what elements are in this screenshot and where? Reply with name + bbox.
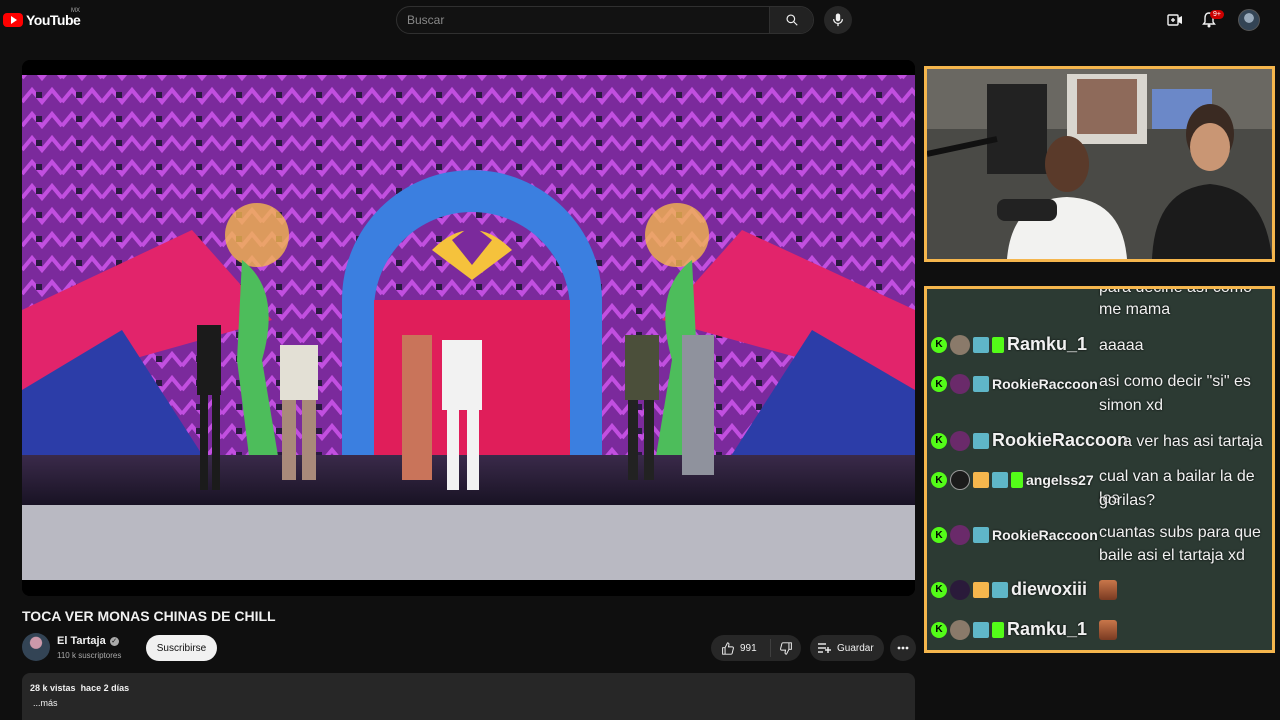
user-avatar — [950, 470, 970, 490]
description-box[interactable]: 28 k vistas hace 2 días ...más — [22, 673, 915, 720]
kick-icon: K — [931, 621, 947, 638]
chat-username: RookieRaccoon — [992, 527, 1098, 543]
dislike-button[interactable] — [771, 641, 801, 655]
user-avatar — [950, 334, 970, 355]
user-avatar — [950, 579, 970, 600]
channel-name-text: El Tartaja — [57, 635, 106, 647]
search-button[interactable] — [769, 7, 813, 33]
show-more-link[interactable]: ...más — [33, 698, 907, 708]
microphone-icon — [832, 13, 844, 27]
create-video-icon — [1167, 14, 1182, 26]
user-avatar — [950, 619, 970, 640]
emote-icon — [1099, 580, 1117, 600]
top-bar: YouTube MX 9+ — [0, 0, 1280, 40]
chat-message-text: a ver has asi tartaja — [1123, 433, 1263, 450]
subscriber-badge-icon — [973, 621, 989, 638]
notifications-badge: 9+ — [1210, 10, 1224, 19]
chat-message: K Ramku_1 — [931, 619, 1087, 640]
create-button[interactable] — [1165, 10, 1185, 30]
chat-username: Ramku_1 — [1007, 619, 1088, 639]
chat-message-text: para decirle así como — [1099, 286, 1252, 296]
more-horizontal-icon — [897, 646, 909, 650]
chat-message-text: baile asi el tartaja xd — [1099, 547, 1245, 564]
chat-username: RookieRaccoon — [992, 430, 1129, 450]
crown-badge-icon — [973, 581, 989, 598]
chat-username: RookieRaccoon — [992, 376, 1098, 392]
like-dislike-group: 991 — [711, 635, 801, 661]
search-input[interactable] — [397, 7, 771, 33]
view-count: 28 k vistas — [30, 683, 76, 693]
chat-message: K angelss27 — [931, 470, 1094, 490]
kick-icon: K — [931, 432, 947, 449]
channel-name[interactable]: El Tartaja ✓ — [57, 635, 119, 647]
kick-icon: K — [931, 581, 947, 598]
chat-message: K RookieRaccoon — [931, 374, 1098, 394]
chat-message: K Ramku_1 — [931, 334, 1087, 355]
like-button[interactable]: 991 — [711, 639, 771, 657]
gift-badge-icon — [1011, 472, 1023, 488]
chat-message-text: simon xd — [1099, 397, 1164, 414]
kick-icon: K — [931, 336, 947, 353]
subscriber-badge-icon — [973, 376, 989, 392]
chat-message-text: cuantas subs para que — [1099, 524, 1261, 541]
chat-message: K RookieRaccoon — [931, 525, 1098, 545]
like-count: 991 — [740, 642, 757, 654]
chat-message: K RookieRaccoon — [931, 430, 1128, 451]
user-avatar — [950, 374, 970, 394]
logo-region: MX — [71, 8, 80, 14]
emote-icon — [1099, 620, 1117, 640]
account-avatar[interactable] — [1238, 9, 1260, 31]
save-label: Guardar — [837, 642, 874, 654]
subscriber-badge-icon — [992, 581, 1008, 598]
chat-message-text: me mama — [1099, 301, 1171, 318]
more-actions-button[interactable] — [890, 635, 916, 661]
youtube-logo[interactable]: YouTube MX — [3, 8, 81, 28]
webcam-overlay — [924, 66, 1275, 262]
gift-badge-icon — [992, 621, 1004, 638]
live-chat-overlay: para decirle así como me mama K Ramku_1 … — [924, 286, 1275, 653]
chat-username: Ramku_1 — [1007, 334, 1088, 354]
subscriber-badge-icon — [973, 336, 989, 353]
subscribe-button[interactable]: Suscribirse — [146, 635, 217, 661]
subscriber-badge-icon — [973, 527, 989, 543]
voice-search-button[interactable] — [824, 6, 852, 34]
chat-username: diewoxiii — [1011, 579, 1088, 599]
video-player[interactable] — [22, 60, 915, 596]
thumbs-down-icon — [779, 641, 792, 655]
logo-text: YouTube — [26, 12, 81, 28]
save-button[interactable]: Guardar — [810, 635, 884, 661]
video-frame-stage-image — [22, 60, 915, 596]
kick-icon: K — [931, 472, 947, 488]
subscriber-badge-icon — [992, 472, 1008, 488]
view-date-line: 28 k vistas hace 2 días — [30, 683, 907, 693]
youtube-play-icon — [3, 13, 23, 27]
channel-avatar[interactable] — [22, 633, 50, 661]
search-box — [396, 6, 814, 34]
chat-message-text: aaaaa — [1099, 337, 1144, 354]
upload-date: hace 2 días — [80, 683, 130, 693]
subscriber-count: 110 k suscriptores — [57, 651, 122, 660]
crown-badge-icon — [973, 472, 989, 488]
kick-icon: K — [931, 376, 947, 392]
video-title: TOCA VER MONAS CHINAS DE CHILL — [22, 608, 276, 624]
kick-icon: K — [931, 527, 947, 543]
search-icon — [785, 14, 798, 26]
user-avatar — [950, 430, 970, 451]
subscriber-badge-icon — [973, 432, 989, 449]
playlist-add-icon — [818, 643, 831, 653]
chat-message-text: asi como decir "si" es — [1099, 373, 1251, 390]
chat-message: K diewoxiii — [931, 579, 1087, 600]
chat-message-text: gorilas? — [1099, 492, 1156, 509]
gift-badge-icon — [992, 336, 1004, 353]
chat-username: angelss27 — [1026, 472, 1094, 488]
webcam-image — [927, 69, 1272, 259]
thumbs-up-icon — [722, 641, 734, 655]
user-avatar — [950, 525, 970, 545]
verified-check-icon: ✓ — [109, 636, 119, 646]
